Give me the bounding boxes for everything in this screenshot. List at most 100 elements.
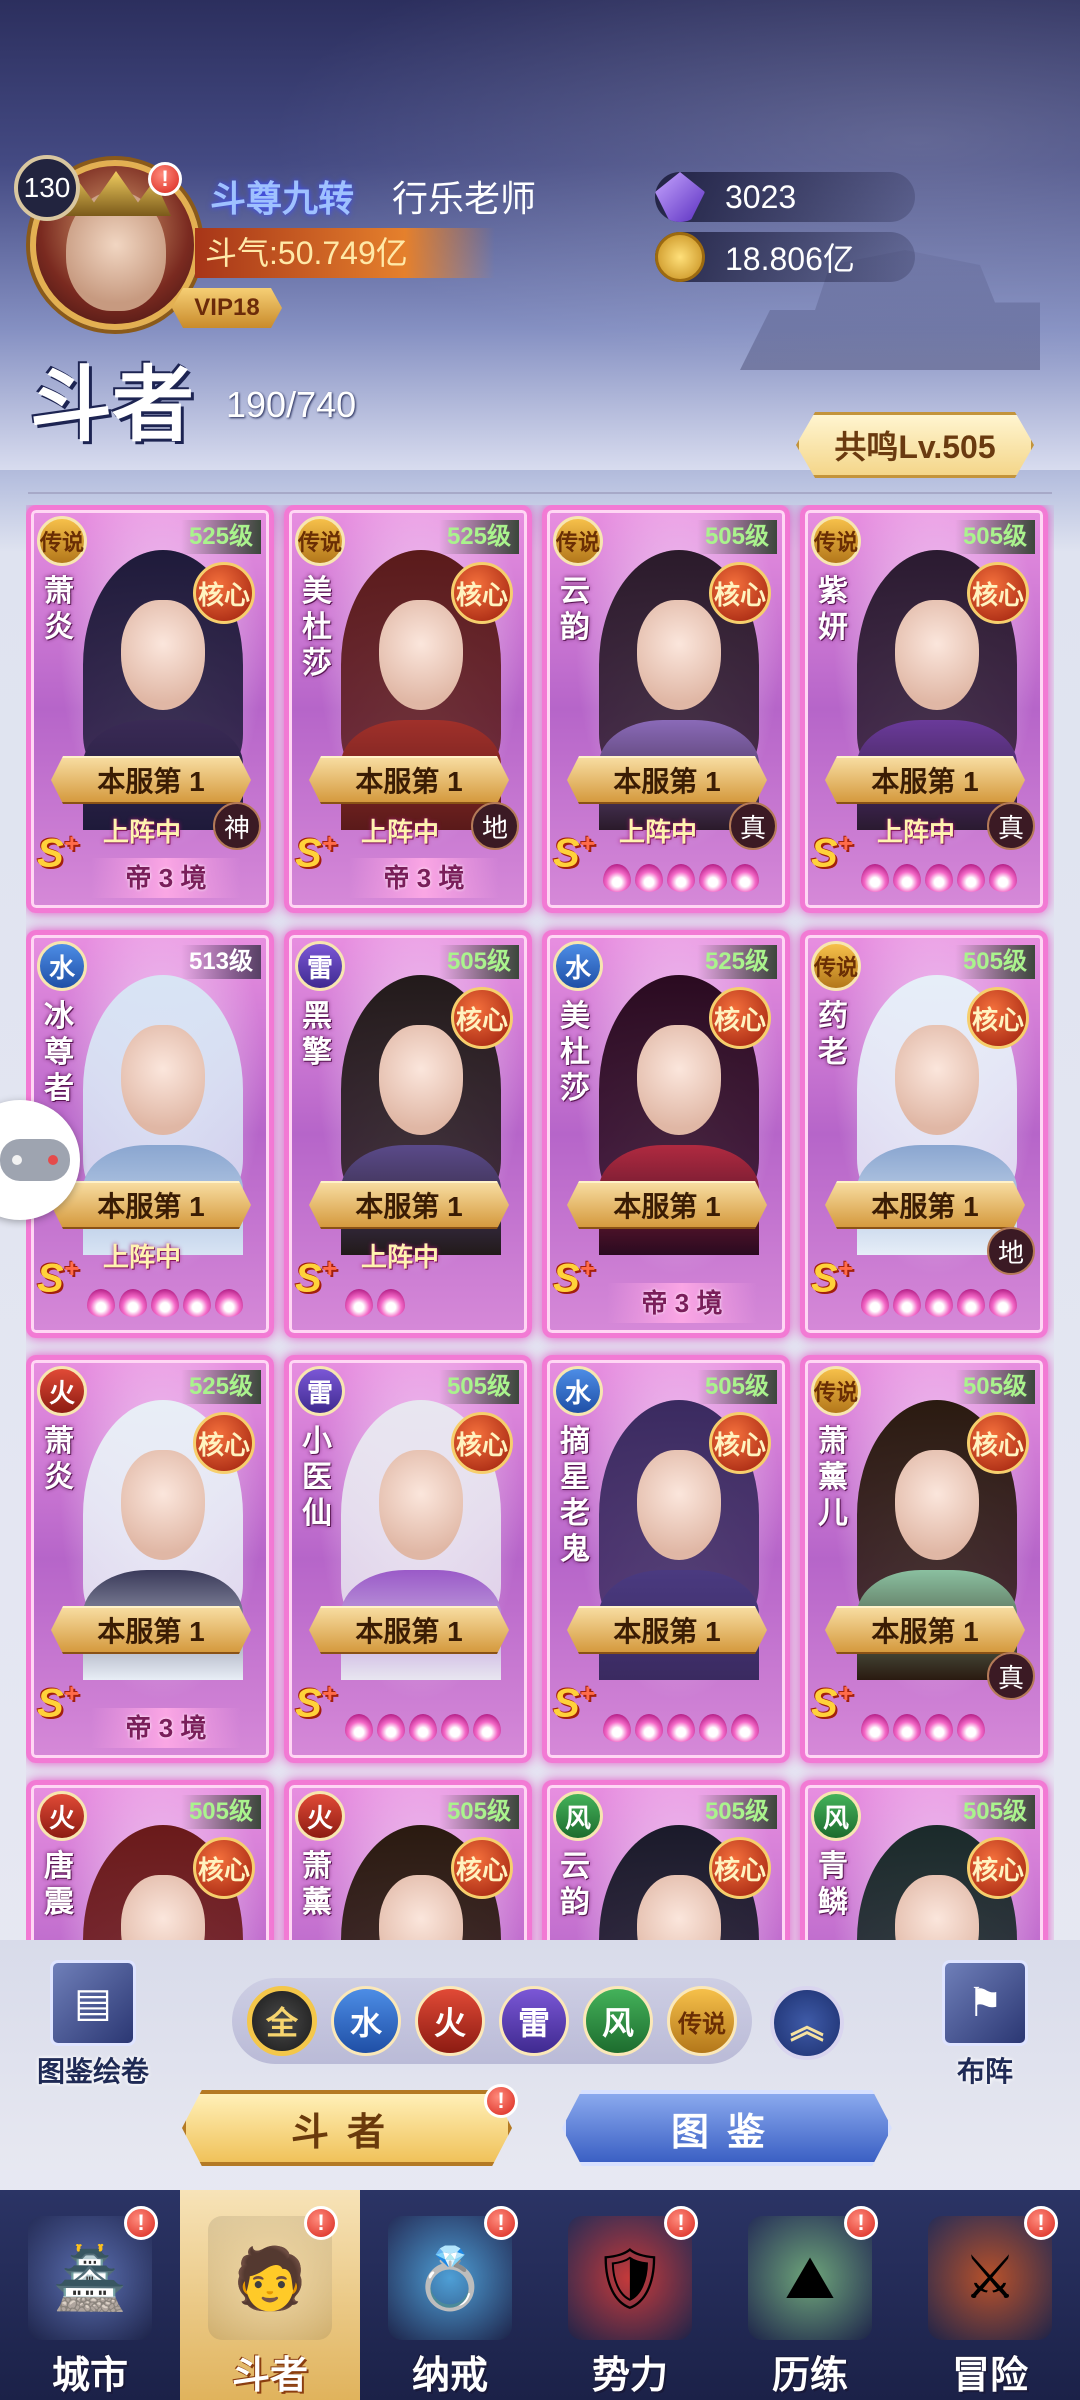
filter-chip[interactable]: 风 xyxy=(583,1986,653,2056)
level-tag: 505级 xyxy=(954,945,1035,979)
deployed-label: 上阵中 xyxy=(103,817,182,847)
level-tag: 505级 xyxy=(954,1795,1035,1829)
fighter-card[interactable]: 传说 525级 萧炎 核心 本服第 1 上阵中 S+ 神帝 3 境 xyxy=(26,505,274,913)
gallery-tab-button[interactable]: 图鉴 xyxy=(562,2090,892,2166)
nav-item-faction[interactable]: 🛡 势力! xyxy=(540,2190,720,2400)
character-name: 美杜莎 xyxy=(302,575,332,680)
core-badge: 核心 xyxy=(193,1837,255,1899)
portrait-face xyxy=(121,600,205,710)
filter-chip[interactable]: 水 xyxy=(331,1986,401,2056)
fighter-card[interactable]: 水 525级 美杜莎 核心 本服第 1 S+ 帝 3 境 xyxy=(542,930,790,1338)
element-badge: 传说 xyxy=(811,941,861,991)
server-rank-banner: 本服第 1 xyxy=(309,756,509,804)
nav-item-training[interactable]: ⛰ 历练! xyxy=(720,2190,900,2400)
flag-icon: ⚑ xyxy=(942,1960,1028,2046)
nav-label: 势力 xyxy=(591,2355,668,2397)
filter-chip[interactable]: 火 xyxy=(415,1986,485,2056)
fighter-card[interactable]: 火 505级 萧薰 核心 xyxy=(284,1780,532,1940)
flame-icon xyxy=(861,864,889,892)
star-flames xyxy=(861,1714,985,1742)
character-name: 云韵 xyxy=(560,1850,590,1919)
element-badge: 传说 xyxy=(295,516,345,566)
gold-resource[interactable]: 18.806亿 xyxy=(655,232,915,282)
fighter-card[interactable]: 传说 525级 美杜莎 核心 本服第 1 上阵中 S+ 地帝 3 境 xyxy=(284,505,532,913)
fighter-card[interactable]: 雷 505级 黑擎 核心 本服第 1 上阵中 S+ xyxy=(284,930,532,1338)
flame-icon xyxy=(699,1714,727,1742)
nav-item-city[interactable]: 🏯 城市! xyxy=(0,2190,180,2400)
collapse-chevron-icon[interactable]: ︽ xyxy=(770,1986,844,2060)
quality-splus-icon: S+ xyxy=(37,1253,79,1301)
level-tag: 505级 xyxy=(438,945,519,979)
core-badge: 核心 xyxy=(709,1837,771,1899)
fighter-card[interactable]: 风 505级 云韵 核心 xyxy=(542,1780,790,1940)
fighter-card[interactable]: 火 525级 萧炎 核心 本服第 1 S+ 帝 3 境 xyxy=(26,1355,274,1763)
flame-icon xyxy=(377,1714,405,1742)
player-level-badge: 130 xyxy=(14,155,80,221)
nav-alert-icon: ! xyxy=(124,2206,158,2240)
realm-label: 帝 3 境 xyxy=(607,1283,757,1323)
level-tag: 505级 xyxy=(954,520,1035,554)
core-badge: 核心 xyxy=(709,1412,771,1474)
nav-item-ring[interactable]: 💍 纳戒! xyxy=(360,2190,540,2400)
character-name: 黑擎 xyxy=(302,1000,332,1069)
server-rank-banner: 本服第 1 xyxy=(51,756,251,804)
core-badge: 核心 xyxy=(967,1837,1029,1899)
core-badge: 核心 xyxy=(709,562,771,624)
gallery-scroll-button[interactable]: ▤ 图鉴绘卷 xyxy=(18,1960,168,2087)
flame-icon xyxy=(215,1289,243,1317)
flame-icon xyxy=(957,864,985,892)
flame-icon xyxy=(119,1289,147,1317)
flame-icon xyxy=(893,1289,921,1317)
portrait-face xyxy=(121,1025,205,1135)
fighter-card[interactable]: 传说 505级 萧薰儿 核心 本服第 1 S+ 真 xyxy=(800,1355,1048,1763)
server-rank-banner: 本服第 1 xyxy=(825,756,1025,804)
portrait-face xyxy=(895,1450,979,1560)
grade-badge: 真 xyxy=(987,1652,1035,1700)
nav-alert-icon: ! xyxy=(304,2206,338,2240)
flame-icon xyxy=(925,1714,953,1742)
flame-icon xyxy=(183,1289,211,1317)
filter-chip[interactable]: 全 xyxy=(247,1986,317,2056)
nav-item-fighter[interactable]: 🧑 斗者! xyxy=(180,2190,360,2400)
element-badge: 雷 xyxy=(295,1366,345,1416)
vip-badge[interactable]: VIP18 xyxy=(172,288,282,328)
core-badge: 核心 xyxy=(967,1412,1029,1474)
fighter-card[interactable]: 风 505级 青鳞 核心 xyxy=(800,1780,1048,1940)
filter-chip[interactable]: 雷 xyxy=(499,1986,569,2056)
nav-label: 城市 xyxy=(51,2355,128,2397)
fighter-count: 190/740 xyxy=(226,384,357,425)
fighter-card[interactable]: 火 505级 唐震 核心 xyxy=(26,1780,274,1940)
fighter-card[interactable]: 雷 505级 小医仙 核心 本服第 1 S+ xyxy=(284,1355,532,1763)
character-name: 冰尊者 xyxy=(44,1000,74,1105)
character-name: 青鳞 xyxy=(818,1850,848,1919)
flame-icon xyxy=(603,864,631,892)
resonance-button[interactable]: 共鸣Lv.505 xyxy=(796,412,1034,478)
gem-resource[interactable]: 3023 xyxy=(655,172,915,222)
fighter-card[interactable]: 水 505级 摘星老鬼 核心 本服第 1 S+ xyxy=(542,1355,790,1763)
formation-label: 布阵 xyxy=(956,2056,1013,2087)
element-badge: 风 xyxy=(553,1791,603,1841)
nav-label: 斗者 xyxy=(231,2355,308,2397)
level-tag: 505级 xyxy=(438,1370,519,1404)
character-name: 药老 xyxy=(818,1000,848,1069)
fighters-alert-icon: ! xyxy=(484,2084,518,2118)
fighters-tab-button[interactable]: 斗者 xyxy=(182,2090,512,2166)
nav-item-adventure[interactable]: ⚔ 冒险! xyxy=(900,2190,1080,2400)
flame-icon xyxy=(731,1714,759,1742)
level-tag: 525级 xyxy=(180,1370,261,1404)
gamepad-icon xyxy=(0,1139,70,1181)
flame-icon xyxy=(893,864,921,892)
core-badge: 核心 xyxy=(967,562,1029,624)
flame-icon xyxy=(893,1714,921,1742)
fighter-card[interactable]: 传说 505级 药老 核心 本服第 1 S+ 地 xyxy=(800,930,1048,1338)
fighter-card[interactable]: 传说 505级 云韵 核心 本服第 1 上阵中 S+ 真 xyxy=(542,505,790,913)
quality-splus-icon: S+ xyxy=(553,828,595,876)
filter-chip[interactable]: 传说 xyxy=(667,1986,737,2056)
star-flames xyxy=(603,1714,759,1742)
realm-label: 帝 3 境 xyxy=(91,1708,241,1748)
character-name: 云韵 xyxy=(560,575,590,644)
server-rank-banner: 本服第 1 xyxy=(309,1181,509,1229)
fighter-card[interactable]: 传说 505级 紫妍 核心 本服第 1 上阵中 S+ 真 xyxy=(800,505,1048,913)
formation-button[interactable]: ⚑ 布阵 xyxy=(910,1960,1060,2087)
portrait-face xyxy=(379,1450,463,1560)
